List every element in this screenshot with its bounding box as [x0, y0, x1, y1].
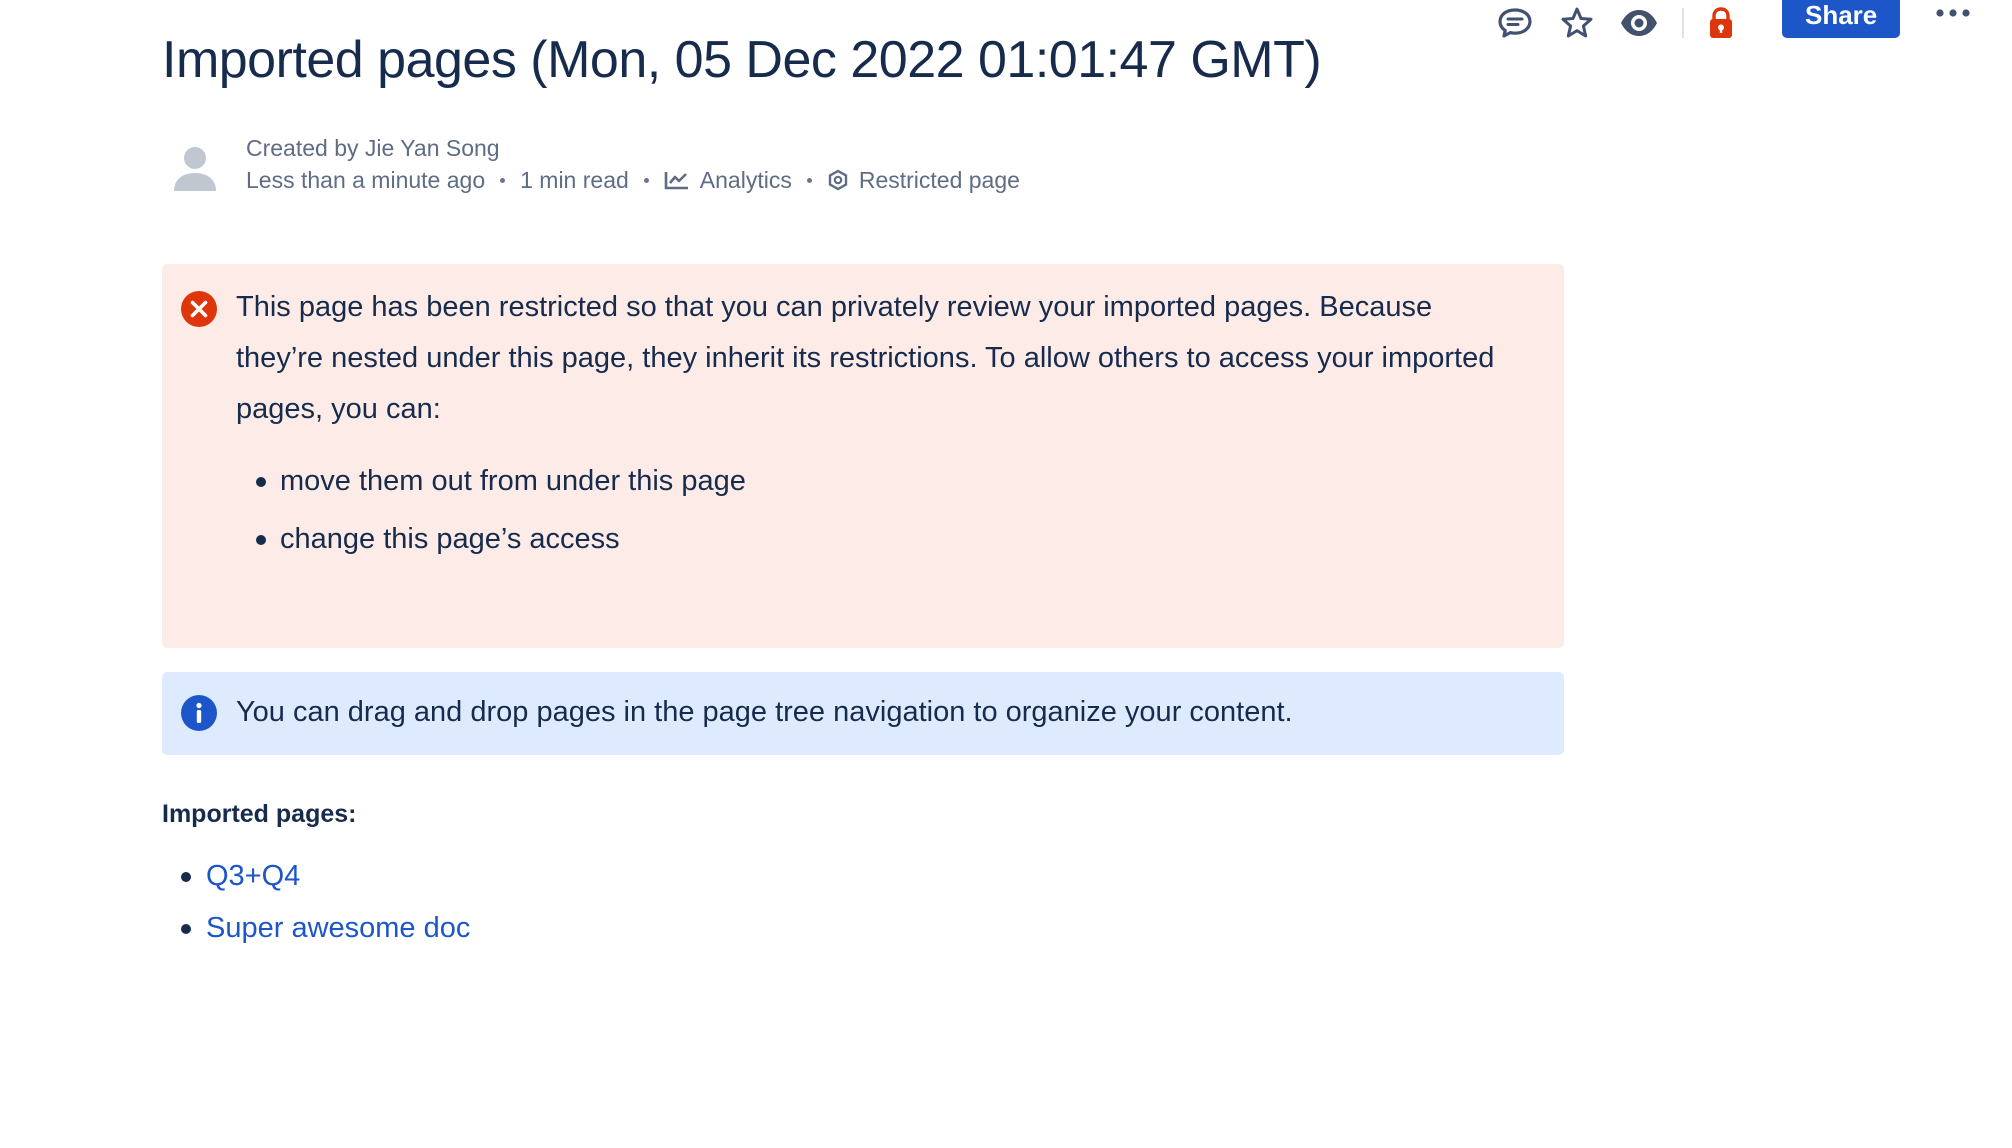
byline-text: Created by Jie Yan Song Less than a minu…: [246, 132, 1020, 196]
avatar[interactable]: [172, 144, 218, 206]
list-item: change this page’s access: [236, 510, 1524, 568]
page-byline: Created by Jie Yan Song Less than a minu…: [172, 132, 1020, 206]
read-time: 1 min read: [520, 167, 629, 193]
restricted-link[interactable]: Restricted page: [827, 164, 1020, 196]
error-icon: [181, 291, 217, 327]
info-icon: [181, 695, 217, 731]
list-item: Q3+Q4: [162, 850, 470, 902]
separator-dot: [806, 177, 812, 183]
restriction-warning-panel: This page has been restricted so that yo…: [162, 264, 1564, 648]
restriction-options-list: move them out from under this page chang…: [236, 452, 1524, 568]
lock-icon[interactable]: [1698, 0, 1744, 46]
byline-meta: Less than a minute ago 1 min read Analyt…: [246, 164, 1020, 196]
analytics-label: Analytics: [699, 167, 792, 193]
toolbar-divider: [1682, 8, 1684, 38]
list-item: Super awesome doc: [162, 902, 470, 954]
page: Share Imported pages (Mon, 05 Dec 2022 0…: [0, 0, 2012, 1148]
created-by: Created by Jie Yan Song: [246, 135, 500, 161]
imported-page-link-q3-q4[interactable]: Q3+Q4: [206, 860, 300, 892]
share-button[interactable]: Share: [1782, 0, 1901, 38]
imported-page-link-super-awesome-doc[interactable]: Super awesome doc: [206, 912, 470, 944]
comment-icon[interactable]: [1492, 0, 1538, 46]
analytics-link[interactable]: Analytics: [664, 164, 792, 196]
page-title: Imported pages (Mon, 05 Dec 2022 01:01:4…: [162, 31, 1322, 89]
info-message: You can drag and drop pages in the page …: [236, 696, 1293, 728]
separator-dot: [643, 177, 649, 183]
analytics-icon: [664, 172, 688, 190]
list-item: move them out from under this page: [236, 452, 1524, 510]
imported-pages-label: Imported pages:: [162, 800, 357, 828]
restriction-message: This page has been restricted so that yo…: [236, 291, 1495, 425]
restricted-icon: [828, 169, 848, 191]
more-icon[interactable]: [1930, 0, 1976, 36]
info-panel: You can drag and drop pages in the page …: [162, 672, 1564, 755]
restricted-label: Restricted page: [858, 167, 1020, 193]
imported-pages-list: Q3+Q4 Super awesome doc: [162, 850, 470, 954]
separator-dot: [500, 177, 506, 183]
restriction-message-body: This page has been restricted so that yo…: [236, 282, 1524, 568]
created-time: Less than a minute ago: [246, 167, 486, 193]
star-icon[interactable]: [1554, 0, 1600, 46]
watch-icon[interactable]: [1616, 0, 1662, 46]
page-toolbar: Share: [1492, 0, 1976, 46]
